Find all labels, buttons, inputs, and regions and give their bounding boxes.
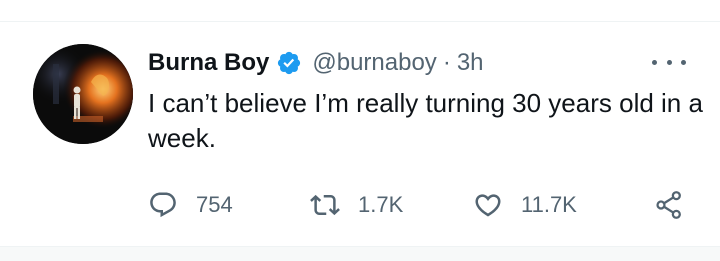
reply-icon [148, 190, 178, 220]
reply-button[interactable]: 754 [148, 187, 233, 223]
like-count: 11.7K [521, 192, 577, 217]
retweet-button[interactable]: 1.7K [310, 187, 403, 223]
separator-dot: · [442, 49, 451, 76]
share-icon [653, 189, 685, 221]
tweet-header: Burna Boy @burnaboy · 3h [148, 48, 484, 78]
more-options-button[interactable] [652, 50, 686, 74]
reply-count: 754 [196, 192, 233, 217]
more-options-icon [652, 59, 657, 65]
more-options-icon-dot [681, 59, 686, 65]
retweet-icon [310, 190, 340, 220]
user-handle[interactable]: @burnaboy [312, 49, 436, 77]
verified-badge-icon [276, 50, 302, 76]
avatar[interactable] [33, 44, 133, 144]
like-button[interactable]: 11.7K [473, 187, 577, 223]
more-options-icon-dot [666, 59, 672, 65]
heart-icon [473, 190, 503, 220]
tweet-text: I can’t believe I’m really turning 30 ye… [148, 88, 703, 153]
retweet-count: 1.7K [358, 192, 404, 217]
share-button[interactable] [653, 187, 685, 223]
tweet-timestamp[interactable]: 3h [457, 49, 484, 77]
next-item-divider [0, 246, 720, 261]
tweet-card[interactable]: Burna Boy @burnaboy · 3h I can’t believe… [0, 22, 720, 246]
tweet-actions: 754 1.7K 11.7K [148, 187, 693, 223]
display-name[interactable]: Burna Boy [148, 49, 269, 77]
